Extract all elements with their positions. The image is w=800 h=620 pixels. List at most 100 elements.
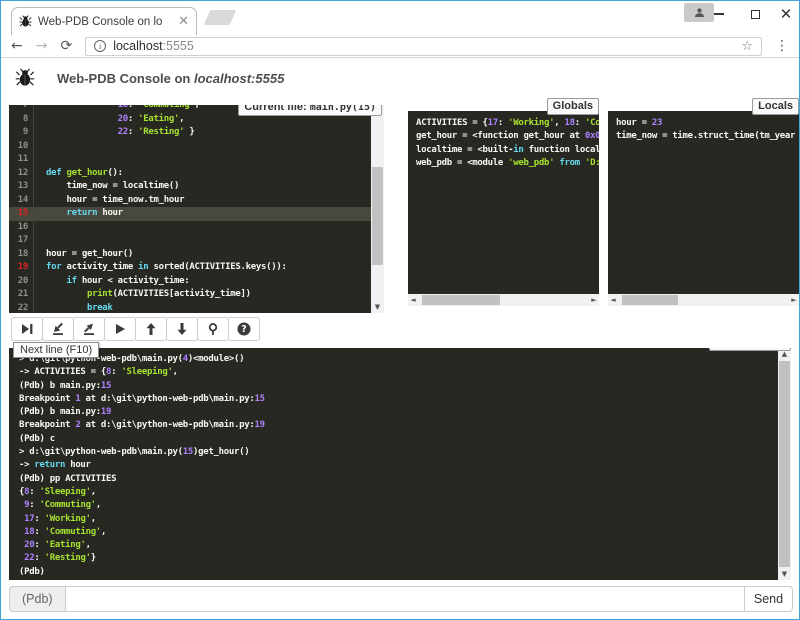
code-line: 19for activity_time in sorted(ACTIVITIES… — [9, 261, 371, 275]
console-line: (Pdb) b main.py:19 — [19, 406, 778, 419]
console-line: -> ACTIVITIES = {8: 'Sleeping', — [19, 366, 778, 379]
console-line: 9: 'Commuting', — [19, 499, 778, 512]
bookmark-star-icon[interactable]: ☆ — [741, 39, 753, 54]
line-number[interactable]: 22 — [9, 302, 34, 314]
return-button[interactable] — [73, 317, 105, 341]
globals-line: localtime = <built-in function localti — [416, 144, 591, 157]
webpdb-bug-logo-icon — [15, 68, 35, 88]
refresh-icon[interactable]: ⟳ — [60, 39, 72, 53]
code-line: 17 — [9, 234, 371, 248]
code-line: 11 — [9, 153, 371, 167]
command-input[interactable] — [65, 586, 745, 612]
line-number[interactable]: 20 — [9, 275, 34, 289]
pdb-console-badge: PDB Console — [709, 348, 791, 351]
tab-title: Web-PDB Console on lo — [38, 16, 172, 28]
code-editor: 7 18: 'Commuting',8 20: 'Eating',9 22: '… — [9, 105, 371, 313]
code-line: 22 break — [9, 302, 371, 314]
close-button[interactable]: ✕ — [771, 1, 800, 27]
scroll-thumb[interactable] — [622, 295, 678, 305]
app-header: Web-PDB Console on localhost:5555 — [1, 58, 799, 98]
code-line: 16 — [9, 221, 371, 235]
page-title: Web-PDB Console on localhost:5555 — [57, 71, 284, 86]
pdb-console-panel: PDB Console > d:\git\python-web-pdb\main… — [9, 348, 791, 580]
step-into-button[interactable] — [42, 317, 74, 341]
minimize-button[interactable] — [704, 1, 734, 27]
globals-list: ACTIVITIES = {17: 'Working', 18: 'Coget_… — [408, 111, 599, 294]
line-number[interactable]: 17 — [9, 234, 34, 248]
breakpoint-line-number[interactable]: 15 — [9, 207, 34, 221]
url-host: localhost — [113, 39, 162, 53]
console-line: 20: 'Eating', — [19, 539, 778, 552]
scroll-thumb[interactable] — [422, 295, 500, 305]
scroll-thumb[interactable] — [779, 361, 790, 567]
current-file-panel: Current file: main.py(15) 7 18: 'Commuti… — [9, 105, 384, 313]
continue-icon — [112, 321, 128, 337]
browser-tab[interactable]: Web-PDB Console on lo ✕ — [11, 7, 197, 35]
address-toolbar: ← → ⟳ i localhost:5555 ☆ ⋮ — [1, 35, 799, 58]
stack-down-button[interactable] — [166, 317, 198, 341]
send-button[interactable]: Send — [745, 586, 793, 612]
scroll-down-icon[interactable]: ▼ — [778, 569, 791, 579]
console-line: (Pdb) c — [19, 433, 778, 446]
stack-up-button[interactable] — [135, 317, 167, 341]
code-line: 12def get_hour(): — [9, 167, 371, 181]
scroll-down-icon[interactable]: ▼ — [371, 302, 384, 312]
new-tab-button[interactable] — [204, 10, 237, 25]
code-line: 10 — [9, 140, 371, 154]
scroll-right-icon[interactable]: ► — [589, 294, 599, 306]
line-number[interactable]: 11 — [9, 153, 34, 167]
forward-icon[interactable]: → — [36, 39, 48, 53]
arrow-down-icon — [174, 321, 190, 337]
code-scrollbar[interactable]: ▲ ▼ — [371, 105, 384, 313]
line-number[interactable]: 9 — [9, 126, 34, 140]
line-number[interactable]: 12 — [9, 167, 34, 181]
line-number[interactable]: 14 — [9, 194, 34, 208]
console-line: > d:\git\python-web-pdb\main.py(4)<modul… — [19, 353, 778, 366]
scroll-right-icon[interactable]: ► — [789, 294, 799, 306]
maximize-button[interactable] — [740, 1, 770, 27]
scroll-left-icon[interactable]: ◄ — [608, 294, 618, 306]
browser-titlebar: Web-PDB Console on lo ✕ ✕ — [1, 1, 799, 35]
console-scrollbar[interactable]: ▲ ▼ — [778, 348, 791, 580]
pdb-prompt-label: (Pdb) — [9, 586, 65, 612]
page-info-icon[interactable]: i — [94, 40, 106, 52]
line-number[interactable]: 18 — [9, 248, 34, 262]
continue-button[interactable] — [104, 317, 136, 341]
globals-line: get_hour = <function get_hour at 0x00 — [416, 130, 591, 143]
console-line: Breakpoint 1 at d:\git\python-web-pdb\ma… — [19, 393, 778, 406]
console-line: 22: 'Resting'} — [19, 552, 778, 565]
code-line: 13 time_now = localtime() — [9, 180, 371, 194]
next-line-button[interactable] — [11, 317, 43, 341]
where-button[interactable] — [197, 317, 229, 341]
console-line: -> return hour — [19, 459, 778, 472]
line-number[interactable]: 21 — [9, 288, 34, 302]
browser-menu-icon[interactable]: ⋮ — [775, 38, 789, 54]
code-line: 15 return hour — [9, 207, 371, 221]
help-icon: ? — [236, 321, 252, 337]
globals-scrollbar[interactable]: ◄ ► — [408, 294, 599, 306]
scroll-thumb[interactable] — [372, 167, 383, 265]
address-bar[interactable]: i localhost:5555 ☆ — [85, 37, 762, 56]
console-line: 17: 'Working', — [19, 513, 778, 526]
line-number[interactable]: 16 — [9, 221, 34, 235]
step-out-icon — [81, 321, 97, 337]
back-icon[interactable]: ← — [11, 39, 23, 53]
help-button[interactable]: ? — [228, 317, 260, 341]
console-line: (Pdb) — [19, 566, 778, 579]
globals-line: ACTIVITIES = {17: 'Working', 18: 'Co — [416, 117, 591, 130]
breakpoint-line-number[interactable]: 19 — [9, 261, 34, 275]
next-line-tooltip: Next line (F10) — [13, 342, 99, 358]
command-input-group: (Pdb) Send — [9, 586, 793, 612]
line-number[interactable]: 10 — [9, 140, 34, 154]
svg-text:?: ? — [241, 324, 247, 335]
console-line: (Pdb) pp ACTIVITIES — [19, 473, 778, 486]
globals-badge: Globals — [547, 98, 599, 115]
scroll-left-icon[interactable]: ◄ — [408, 294, 418, 306]
line-number[interactable]: 8 — [9, 113, 34, 127]
tab-close-icon[interactable]: ✕ — [178, 14, 189, 29]
next-line-icon — [19, 321, 35, 337]
line-number[interactable]: 7 — [9, 105, 34, 113]
locals-scrollbar[interactable]: ◄ ► — [608, 294, 799, 306]
locals-panel: Locals hour = 23time_now = time.struct_t… — [608, 111, 799, 306]
line-number[interactable]: 13 — [9, 180, 34, 194]
